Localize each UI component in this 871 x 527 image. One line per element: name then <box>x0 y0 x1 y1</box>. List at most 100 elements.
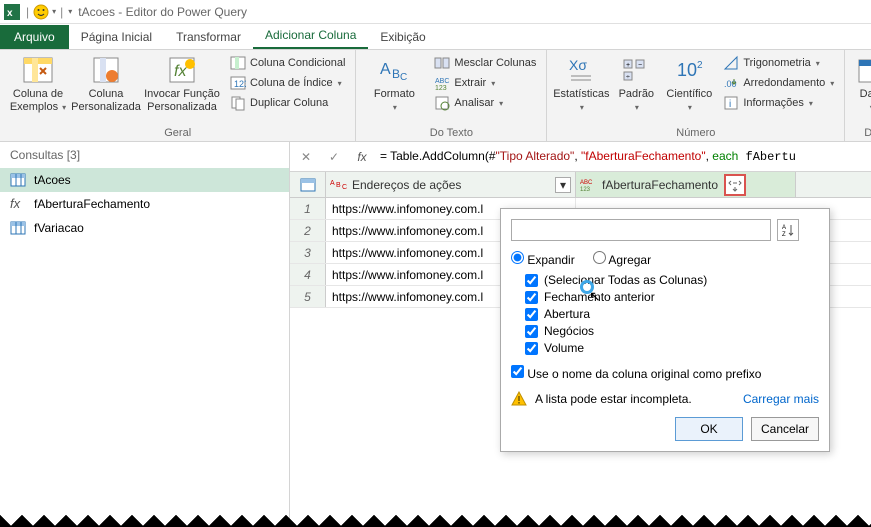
analisar-button[interactable]: Analisar ▾ <box>430 94 540 112</box>
tab-arquivo[interactable]: Arquivo <box>0 25 69 49</box>
query-item-fabertura[interactable]: fx fAberturaFechamento <box>0 192 289 216</box>
fx-icon: fx <box>10 196 26 212</box>
expand-column-button[interactable] <box>724 174 746 196</box>
ribbon-group-numero: Xσ Estatísticas▾ +÷− Padrão▾ 102 Científ… <box>547 50 845 141</box>
fx-icon[interactable]: fx <box>352 147 372 167</box>
svg-text:123: 123 <box>234 79 246 89</box>
svg-text:+: + <box>626 62 630 69</box>
separator: | <box>60 5 63 19</box>
svg-text:A: A <box>782 225 786 231</box>
check-column[interactable]: Abertura <box>525 307 819 321</box>
expand-popup: AZ Expandir Agregar (Selecionar Todas as… <box>500 208 830 452</box>
window-title: tAcoes - Editor do Power Query <box>78 5 247 19</box>
query-label: tAcoes <box>34 173 71 187</box>
column-label: Endereços de ações <box>352 178 461 192</box>
svg-text:C: C <box>342 184 347 191</box>
query-item-tacoes[interactable]: tAcoes <box>0 168 289 192</box>
qat-customize-icon[interactable]: ▾ <box>68 7 72 16</box>
warning-icon <box>511 391 527 407</box>
ribbon-group-texto: ABC Formato▾ Mesclar Colunas ABC123Extra… <box>356 50 547 141</box>
coluna-condicional-button[interactable]: Coluna Condicional <box>226 54 349 72</box>
dropdown-arrow-icon[interactable]: ▾ <box>52 7 56 16</box>
table-icon[interactable] <box>290 172 326 197</box>
title-bar: x | ▾ | ▾ tAcoes - Editor do Power Query <box>0 0 871 24</box>
sort-az-button[interactable]: AZ <box>777 219 799 241</box>
coluna-exemplos-button[interactable]: Coluna de Exemplos ▾ <box>6 52 70 116</box>
tab-exibicao[interactable]: Exibição <box>368 25 437 49</box>
formula-accept-icon[interactable]: ✓ <box>324 147 344 167</box>
check-column[interactable]: Fechamento anterior <box>525 290 819 304</box>
ribbon: Coluna de Exemplos ▾ Coluna Personalizad… <box>0 50 871 142</box>
coluna-personalizada-button[interactable]: Coluna Personalizada <box>74 52 138 116</box>
grid-header: ABC Endereços de ações ▾ ABC123 fAbertur… <box>290 172 871 198</box>
arredondamento-button[interactable]: .00Arredondamento ▾ <box>719 74 838 92</box>
group-label-numero: Número <box>553 125 838 141</box>
svg-text:i: i <box>729 99 731 110</box>
tab-pagina-inicial[interactable]: Página Inicial <box>69 25 164 49</box>
smiley-icon[interactable] <box>33 4 49 20</box>
svg-text:102: 102 <box>677 60 703 80</box>
check-all[interactable]: (Selecionar Todas as Colunas) <box>525 273 819 287</box>
estatisticas-button[interactable]: Xσ Estatísticas▾ <box>553 52 609 116</box>
check-column[interactable]: Volume <box>525 341 819 355</box>
column-label: fAberturaFechamento <box>602 178 718 192</box>
ok-button[interactable]: OK <box>675 417 743 441</box>
svg-text:ABC: ABC <box>435 78 449 85</box>
informacoes-button[interactable]: iInformações ▾ <box>719 94 838 112</box>
search-columns-input[interactable] <box>511 219 771 241</box>
radio-agregar[interactable]: Agregar <box>593 251 651 267</box>
row-number: 2 <box>290 220 326 241</box>
column-header-fabertura[interactable]: ABC123 fAberturaFechamento <box>576 172 796 197</box>
ribbon-group-geral: Coluna de Exemplos ▾ Coluna Personalizad… <box>0 50 356 141</box>
invocar-funcao-button[interactable]: fx Invocar Função Personalizada <box>142 52 222 116</box>
cientifico-button[interactable]: 102 Científico▾ <box>663 52 715 116</box>
svg-text:B: B <box>336 182 341 189</box>
svg-text:−: − <box>638 62 642 69</box>
torn-edge <box>0 507 871 527</box>
column-checklist: (Selecionar Todas as Colunas) Fechamento… <box>525 273 819 355</box>
column-filter-icon[interactable]: ▾ <box>555 177 571 193</box>
svg-text:123: 123 <box>435 85 447 91</box>
svg-text:÷: ÷ <box>626 74 630 81</box>
padrao-button[interactable]: +÷− Padrão▾ <box>613 52 659 116</box>
load-more-link[interactable]: Carregar mais <box>743 392 819 406</box>
ribbon-group-data: Data▾ Da <box>845 50 871 141</box>
query-item-fvariacao[interactable]: fVariacao <box>0 216 289 240</box>
query-label: fAberturaFechamento <box>34 197 150 211</box>
row-number: 5 <box>290 286 326 307</box>
check-prefix[interactable]: Use o nome da coluna original como prefi… <box>511 367 761 381</box>
svg-text:123: 123 <box>580 187 591 193</box>
queries-header: Consultas [3] <box>0 142 289 168</box>
tab-adicionar-coluna[interactable]: Adicionar Coluna <box>253 23 368 49</box>
svg-text:x: x <box>7 8 13 19</box>
mesclar-colunas-button[interactable]: Mesclar Colunas <box>430 54 540 72</box>
formato-button[interactable]: ABC Formato▾ <box>362 52 426 116</box>
formula-bar: ✕ ✓ fx = Table.AddColumn(#"Tipo Alterado… <box>290 142 871 172</box>
data-button[interactable]: Data▾ <box>851 52 871 116</box>
radio-expandir[interactable]: Expandir <box>511 251 575 267</box>
extrair-button[interactable]: ABC123Extrair ▾ <box>430 74 540 92</box>
cancel-button[interactable]: Cancelar <box>751 417 819 441</box>
query-label: fVariacao <box>34 221 84 235</box>
group-label-geral: Geral <box>6 125 349 141</box>
svg-text:C: C <box>400 72 407 83</box>
coluna-indice-button[interactable]: 123Coluna de Índice ▾ <box>226 74 349 92</box>
warning-text: A lista pode estar incompleta. <box>535 392 692 406</box>
group-label-data: Da <box>851 125 871 141</box>
svg-text:ABC: ABC <box>580 180 593 186</box>
duplicar-coluna-button[interactable]: Duplicar Coluna <box>226 94 349 112</box>
trigonometria-button[interactable]: Trigonometria ▾ <box>719 54 838 72</box>
column-header-enderecos[interactable]: ABC Endereços de ações ▾ <box>326 172 576 197</box>
tab-transformar[interactable]: Transformar <box>164 25 253 49</box>
cursor-icon: ↖ <box>589 288 601 305</box>
formula-cancel-icon[interactable]: ✕ <box>296 147 316 167</box>
check-column[interactable]: Negócios <box>525 324 819 338</box>
svg-text:Z: Z <box>782 232 786 237</box>
svg-text:Xσ: Xσ <box>569 57 587 73</box>
separator: | <box>26 5 29 19</box>
svg-text:A: A <box>330 180 335 187</box>
formula-text[interactable]: = Table.AddColumn(#"Tipo Alterado", "fAb… <box>380 149 865 164</box>
ribbon-tabs: Arquivo Página Inicial Transformar Adici… <box>0 24 871 50</box>
row-number: 4 <box>290 264 326 285</box>
svg-text:A: A <box>380 61 391 78</box>
